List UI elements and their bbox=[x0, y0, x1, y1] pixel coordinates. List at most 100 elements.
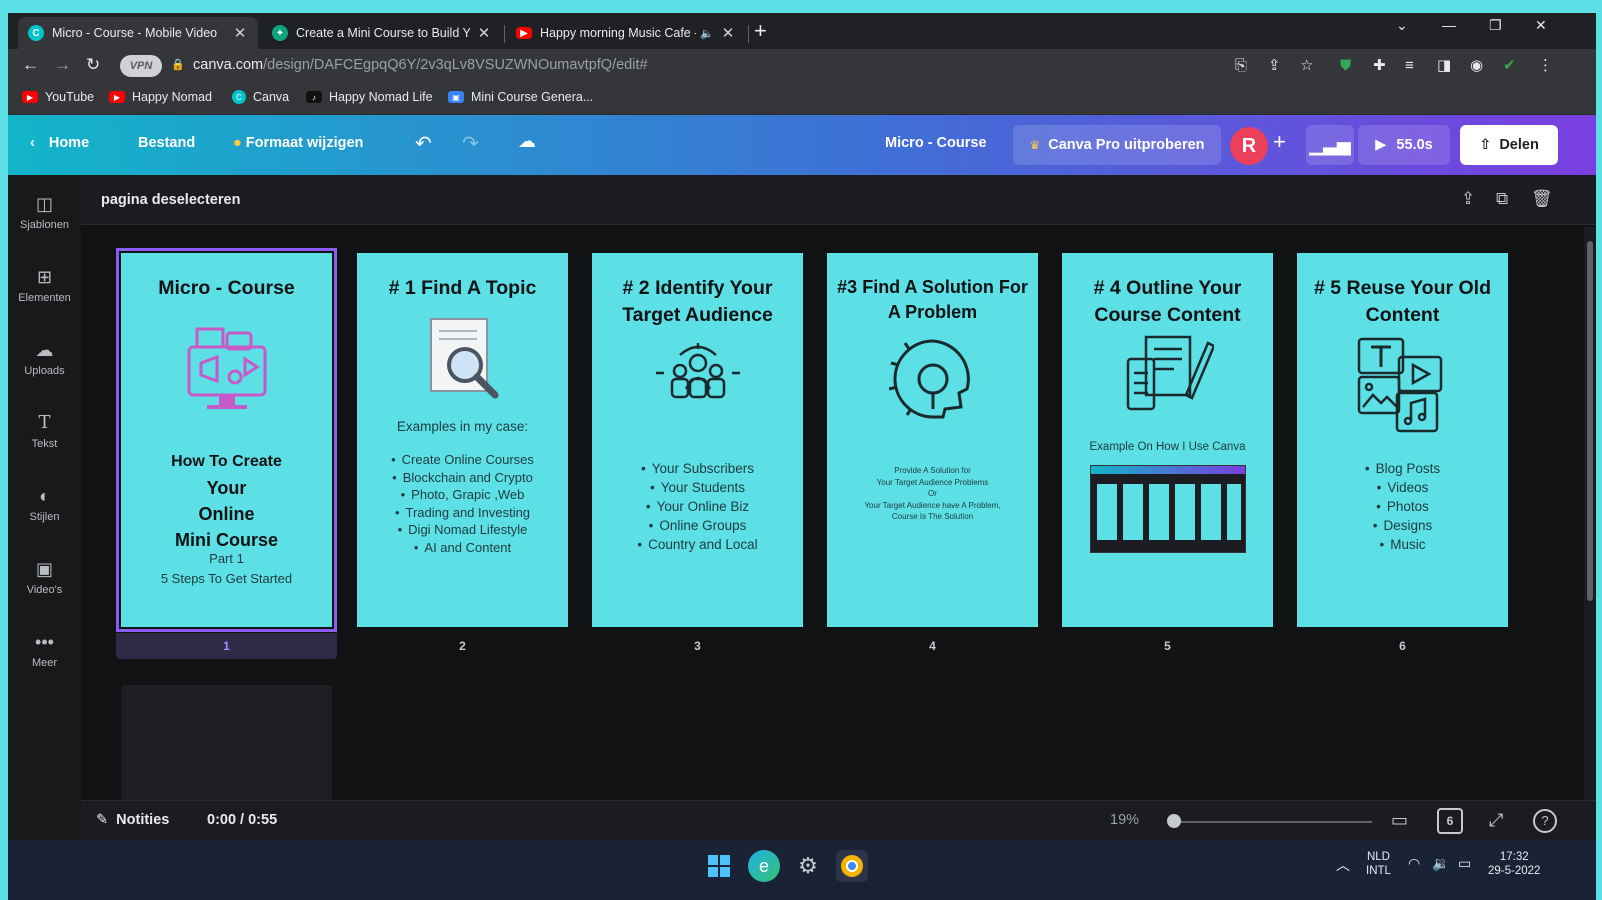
redo-icon[interactable]: ↷ bbox=[462, 131, 479, 156]
canva-pro-button[interactable]: ♛ Canva Pro uitproberen bbox=[1013, 125, 1221, 165]
deselect-pages-button[interactable]: pagina deselecteren bbox=[101, 192, 240, 208]
sidebar-item-styles[interactable]: ◐ Stijlen bbox=[8, 485, 81, 523]
adblock-shield-icon[interactable]: ⛊ bbox=[1340, 57, 1351, 75]
back-arrow-icon[interactable]: ← bbox=[22, 55, 39, 75]
bookmark-mini-course-generator[interactable]: ▣ Mini Course Genera... bbox=[448, 90, 593, 104]
fullscreen-icon[interactable]: ⤢ bbox=[1489, 810, 1503, 831]
address-bar[interactable]: canva.com/design/DAFCEgpqQ6Y/2v3qLv8VSUZ… bbox=[193, 57, 648, 73]
side-panel-icon[interactable]: ◨ bbox=[1437, 57, 1451, 75]
sidebar-item-templates[interactable]: ◫ Sjablonen bbox=[8, 193, 81, 231]
design-title[interactable]: Micro - Course bbox=[885, 135, 987, 151]
bookmark-youtube[interactable]: ▶ YouTube bbox=[22, 90, 94, 104]
check-shield-icon[interactable]: ✔ bbox=[1503, 57, 1516, 75]
new-tab-plus-icon[interactable]: + bbox=[754, 20, 767, 42]
settings-gear-icon[interactable]: ⚙ bbox=[792, 850, 824, 882]
profile-icon[interactable]: ◉ bbox=[1470, 57, 1483, 75]
page-thumbnail-4[interactable]: #3 Find A Solution For A Problem Provide… bbox=[827, 253, 1038, 627]
body-line: Your bbox=[206, 478, 247, 498]
share-page-icon[interactable]: ⇪ bbox=[1268, 57, 1281, 75]
sidebar-item-elements[interactable]: ⊞ Elementen bbox=[8, 266, 81, 304]
sidebar-item-uploads[interactable]: ☁ Uploads bbox=[8, 339, 81, 377]
page-number-5[interactable]: 5 bbox=[1062, 639, 1273, 653]
windows-start-icon[interactable] bbox=[703, 850, 735, 882]
sidebar-item-more[interactable]: ••• Meer bbox=[8, 631, 81, 669]
tab-title: Create a Mini Course to Build Yo bbox=[296, 26, 470, 40]
chevron-down-icon[interactable]: ⌄ bbox=[1396, 17, 1408, 34]
undo-icon[interactable]: ↶ bbox=[415, 131, 432, 156]
window-close-icon[interactable]: ✕ bbox=[1535, 17, 1547, 34]
grid-view-icon[interactable]: ▭ bbox=[1391, 810, 1408, 831]
edge-browser-icon[interactable]: e bbox=[748, 850, 780, 882]
page-thumbnail-3[interactable]: # 2 Identify Your Target Audience Your S… bbox=[592, 253, 803, 627]
add-member-plus-icon[interactable]: + bbox=[1273, 129, 1286, 155]
page-number-6[interactable]: 6 bbox=[1297, 639, 1508, 653]
insights-chart-icon[interactable]: ▁▃▅ bbox=[1306, 125, 1354, 165]
canvas-workspace: pagina deselecteren ⇪ ⧉ 🗑 Micro - Course… bbox=[81, 175, 1596, 800]
chrome-app-icon[interactable] bbox=[836, 850, 868, 882]
page-number-3[interactable]: 3 bbox=[592, 639, 803, 653]
home-button[interactable]: ‹ Home bbox=[30, 135, 89, 151]
upload-cloud-icon: ☁ bbox=[35, 340, 54, 360]
page-number-4[interactable]: 4 bbox=[827, 639, 1038, 653]
zoom-slider-track[interactable] bbox=[1172, 821, 1372, 823]
screen: C Micro - Course - Mobile Video ✕ ✦ Crea… bbox=[8, 13, 1596, 900]
bookmark-star-icon[interactable]: ☆ bbox=[1300, 57, 1313, 75]
zoom-percentage[interactable]: 19% bbox=[1110, 812, 1139, 828]
avatar[interactable]: R bbox=[1230, 127, 1268, 165]
duplicate-page-icon[interactable]: ⧉ bbox=[1496, 189, 1508, 209]
vertical-scrollbar[interactable] bbox=[1584, 227, 1596, 800]
tray-chevron-up-icon[interactable]: ︿ bbox=[1336, 858, 1350, 872]
page-count-button[interactable]: 6 bbox=[1437, 808, 1463, 834]
forward-arrow-icon[interactable]: → bbox=[54, 55, 71, 75]
battery-icon[interactable]: ▭ bbox=[1458, 856, 1471, 870]
sidebar-item-videos[interactable]: ▣ Video's bbox=[8, 558, 81, 596]
extensions-icon[interactable]: ✚ bbox=[1373, 57, 1386, 75]
bookmark-happy-nomad[interactable]: ▶ Happy Nomad bbox=[109, 90, 212, 104]
zoom-slider-knob[interactable] bbox=[1167, 814, 1181, 828]
media-queue-icon[interactable]: ≡ bbox=[1405, 57, 1414, 75]
page-thumbnail-5[interactable]: # 4 Outline Your Course Content Example … bbox=[1062, 253, 1273, 627]
delete-trash-icon[interactable]: 🗑 bbox=[1531, 189, 1553, 209]
page-number-2[interactable]: 2 bbox=[357, 639, 568, 653]
clock[interactable]: 17:32 29-5-2022 bbox=[1488, 850, 1540, 878]
close-icon[interactable]: ✕ bbox=[232, 24, 248, 42]
restore-icon[interactable]: ❐ bbox=[1489, 17, 1502, 34]
page-thumbnail-1[interactable]: Micro - Course How To Create Your Online… bbox=[116, 248, 337, 632]
add-page-placeholder[interactable] bbox=[121, 685, 332, 800]
timer-display[interactable]: 0:00 / 0:55 bbox=[207, 812, 277, 828]
tab-separator bbox=[504, 25, 505, 43]
page-number-1[interactable]: 1 bbox=[116, 633, 337, 659]
sidebar-item-label: Tekst bbox=[31, 438, 58, 450]
lock-icon[interactable]: 🔒 bbox=[171, 58, 185, 71]
bookmark-happy-nomad-life[interactable]: ♪ Happy Nomad Life bbox=[306, 90, 433, 104]
sidebar-item-text[interactable]: T Tekst bbox=[8, 412, 81, 450]
cloud-saved-icon[interactable]: ☁ bbox=[518, 131, 536, 152]
present-button[interactable]: ▶ 55.0s bbox=[1358, 125, 1450, 165]
resize-button[interactable]: ● Formaat wijzigen bbox=[233, 135, 363, 151]
minimize-icon[interactable]: — bbox=[1442, 17, 1456, 33]
volume-icon[interactable]: 🔉 bbox=[1432, 856, 1449, 870]
help-icon[interactable]: ? bbox=[1533, 809, 1557, 833]
notes-button[interactable]: ✎ Notities bbox=[96, 812, 169, 828]
tab-micro-course[interactable]: C Micro - Course - Mobile Video ✕ bbox=[18, 17, 258, 49]
browser-tab-strip: C Micro - Course - Mobile Video ✕ ✦ Crea… bbox=[8, 13, 1596, 49]
share-button[interactable]: ⇧ Delen bbox=[1460, 125, 1558, 165]
kebab-menu-icon[interactable]: ⋮ bbox=[1538, 57, 1553, 75]
vpn-badge[interactable]: VPN bbox=[120, 55, 162, 77]
tab-happy-morning-music[interactable]: ▶ Happy morning Music Cafe - 🔈 ✕ bbox=[506, 17, 746, 49]
bookmark-canva[interactable]: C Canva bbox=[232, 90, 289, 104]
tab-create-mini-course[interactable]: ✦ Create a Mini Course to Build Yo ✕ bbox=[262, 17, 502, 49]
add-page-icon[interactable]: ⇪ bbox=[1461, 189, 1475, 209]
close-icon[interactable]: ✕ bbox=[476, 24, 492, 42]
speaker-icon[interactable]: 🔈 bbox=[700, 27, 714, 40]
list-item: Videos bbox=[1297, 478, 1508, 497]
reload-icon[interactable]: ↻ bbox=[86, 55, 100, 75]
cast-icon[interactable]: ⎘ bbox=[1235, 57, 1247, 75]
file-menu-button[interactable]: Bestand bbox=[138, 135, 195, 151]
close-icon[interactable]: ✕ bbox=[720, 24, 736, 42]
language-indicator[interactable]: NLD INTL bbox=[1366, 850, 1391, 878]
wifi-icon[interactable]: ◠ bbox=[1408, 856, 1420, 870]
page-thumbnail-2[interactable]: # 1 Find A Topic Examples in my case: Cr… bbox=[357, 253, 568, 627]
scrollbar-thumb[interactable] bbox=[1587, 241, 1593, 601]
page-thumbnail-6[interactable]: # 5 Reuse Your Old Content Blog Posts bbox=[1297, 253, 1508, 627]
